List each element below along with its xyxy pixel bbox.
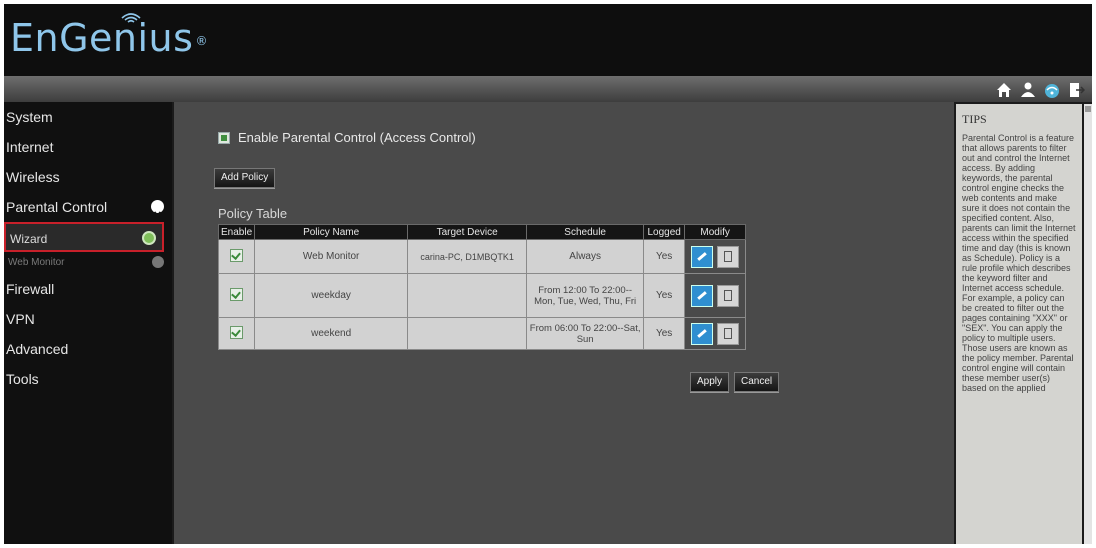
enable-cell [217, 273, 256, 318]
sidebar-item-parental-control[interactable]: Parental Control [4, 192, 172, 222]
column-header: Policy Name [254, 224, 409, 240]
schedule-cell: From 12:00 To 22:00--Mon, Tue, Wed, Thu,… [526, 273, 645, 318]
logged-cell: Yes [643, 273, 686, 318]
apply-button[interactable]: Apply [690, 372, 730, 392]
schedule-cell: From 06:00 To 22:00--Sat, Sun [526, 317, 645, 350]
header-divider [4, 76, 1092, 102]
logged-cell: Yes [643, 239, 686, 274]
delete-icon[interactable] [717, 322, 740, 345]
table-row: Web Monitor carina-PC, D1MBQTK1 Always Y… [217, 239, 747, 274]
sidebar-item-advanced[interactable]: Advanced [4, 334, 172, 364]
sidebar-item-system[interactable]: System [4, 102, 172, 132]
column-header: Target Device [407, 224, 528, 240]
table-row: weekday From 12:00 To 22:00--Mon, Tue, W… [217, 273, 747, 318]
policy-name-cell: weekend [254, 317, 409, 350]
brand-logo: EnGenius ® [10, 16, 208, 60]
edit-icon[interactable] [691, 245, 714, 268]
policy-name-cell: Web Monitor [254, 239, 409, 274]
brand-mark: ® [195, 34, 208, 48]
top-icon-bar [994, 80, 1086, 100]
enable-cell [217, 317, 256, 350]
sidebar-item-internet[interactable]: Internet [4, 132, 172, 162]
target-device-cell [407, 273, 528, 318]
delete-icon[interactable] [717, 245, 740, 268]
tips-scrollbar[interactable] [1084, 104, 1092, 544]
column-header: Enable [217, 224, 256, 240]
row-enable-checkbox[interactable] [230, 248, 244, 262]
row-enable-checkbox[interactable] [230, 325, 244, 339]
sidebar-item-label: Parental Control [6, 199, 108, 215]
app-frame: EnGenius ® System Internet Wireless Paren… [4, 4, 1092, 544]
column-header: Modify [684, 224, 747, 240]
sidebar-item-label: Wizard [10, 232, 48, 246]
brand-name: EnGenius [10, 16, 194, 60]
inactive-dot-icon [152, 256, 164, 268]
column-header: Schedule [526, 224, 645, 240]
modify-cell [684, 317, 747, 350]
policy-table: Enable Policy Name Target Device Schedul… [217, 224, 747, 350]
user-icon[interactable] [1018, 80, 1038, 100]
cancel-button[interactable]: Cancel [734, 372, 780, 392]
sidebar-item-wizard[interactable]: Wizard [4, 222, 164, 252]
logged-cell: Yes [643, 317, 686, 350]
main-content: Enable Parental Control (Access Control)… [174, 102, 954, 544]
edit-icon[interactable] [691, 284, 714, 307]
schedule-cell: Always [526, 239, 645, 274]
column-header: Logged [643, 224, 686, 240]
tips-title: TIPS [962, 112, 987, 126]
scroll-up-arrow-icon[interactable] [1085, 106, 1091, 112]
sidebar-item-vpn[interactable]: VPN [4, 304, 172, 334]
table-row: weekend From 06:00 To 22:00--Sat, Sun Ye… [217, 317, 747, 350]
delete-icon[interactable] [717, 284, 740, 307]
table-header-row: Enable Policy Name Target Device Schedul… [217, 224, 747, 240]
wifi-logo-icon [121, 13, 141, 23]
header-bar: EnGenius ® [4, 4, 1092, 76]
logout-icon[interactable] [1066, 80, 1086, 100]
enable-parental-control-row: Enable Parental Control (Access Control) [218, 130, 476, 145]
add-policy-button[interactable]: Add Policy [214, 168, 276, 188]
enable-parental-control-label: Enable Parental Control (Access Control) [238, 130, 476, 145]
wireless-icon[interactable] [1042, 80, 1062, 100]
enable-cell [217, 239, 256, 274]
sidebar: System Internet Wireless Parental Contro… [4, 102, 172, 544]
enable-parental-control-checkbox[interactable] [218, 131, 230, 144]
sidebar-item-label: Web Monitor [8, 257, 65, 268]
sidebar-item-wireless[interactable]: Wireless [4, 162, 172, 192]
collapse-arrow-icon[interactable] [151, 200, 164, 217]
target-device-cell [407, 317, 528, 350]
policy-name-cell: weekday [254, 273, 409, 318]
tips-panel: TIPS Parental Control is a feature that … [956, 104, 1082, 544]
target-device-cell: carina-PC, D1MBQTK1 [407, 239, 528, 274]
row-enable-checkbox[interactable] [230, 287, 244, 301]
edit-icon[interactable] [691, 322, 714, 345]
tips-body: Parental Control is a feature that allow… [962, 133, 1076, 393]
sidebar-item-web-monitor[interactable]: Web Monitor [4, 252, 172, 274]
active-dot-icon [142, 231, 156, 245]
sidebar-item-tools[interactable]: Tools [4, 364, 172, 394]
home-icon[interactable] [994, 80, 1014, 100]
policy-table-title: Policy Table [218, 206, 288, 221]
modify-cell [684, 239, 747, 274]
sidebar-item-firewall[interactable]: Firewall [4, 274, 172, 304]
modify-cell [684, 273, 747, 318]
